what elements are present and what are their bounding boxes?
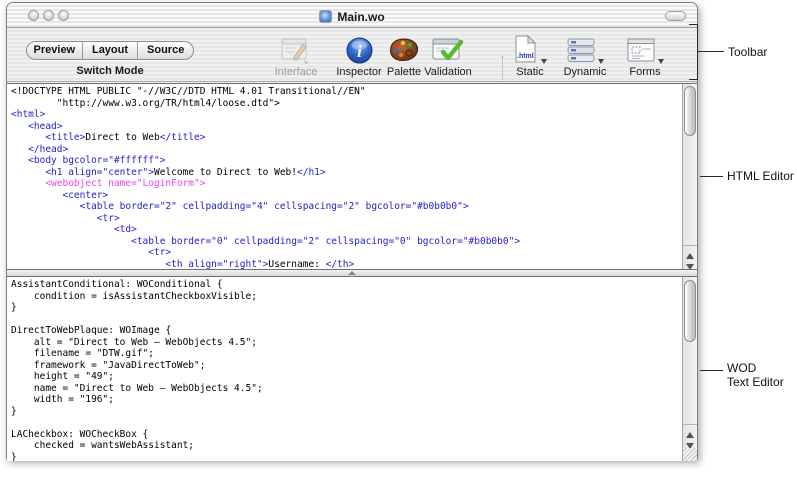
- interface-icon: [261, 32, 331, 64]
- toolbar-callout-bracket-top: [689, 24, 698, 25]
- splitter-dimple-icon: [348, 271, 356, 275]
- preview-button[interactable]: Preview: [27, 42, 83, 59]
- validation-icon: [413, 32, 483, 64]
- wod-code-line: height = "49";: [11, 371, 679, 383]
- html-code-line: <webobject name="LoginForm">: [11, 178, 679, 190]
- toolbar-callout-label: Toolbar: [728, 45, 767, 59]
- screenshot-canvas: Main.wo Preview Layout Source Switch Mod…: [0, 0, 797, 479]
- html-code-line: <head>: [11, 121, 679, 133]
- html-code-line: <center>: [11, 190, 679, 202]
- html-code-line: <tr>: [11, 213, 679, 225]
- html-editor-pane[interactable]: <!DOCTYPE HTML PUBLIC "-//W3C//DTD HTML …: [7, 83, 697, 270]
- html-editor-code[interactable]: <!DOCTYPE HTML PUBLIC "-//W3C//DTD HTML …: [11, 86, 679, 270]
- html-code-line: <tr>: [11, 247, 679, 259]
- html-code-line: <title>Direct to Web</title>: [11, 132, 679, 144]
- wod-code-line: }: [11, 302, 679, 314]
- forms-dropdown-arrow-icon[interactable]: [658, 59, 664, 64]
- wod-editor-pane[interactable]: AssistantConditional: WOConditional { co…: [7, 276, 697, 461]
- window-resize-grip[interactable]: [683, 448, 697, 461]
- html-editor-scrollbar[interactable]: [682, 84, 697, 269]
- document-proxy-icon[interactable]: [319, 10, 332, 23]
- wod-editor-scrollbar[interactable]: [682, 277, 697, 461]
- wod-code-line: filename = "DTW.gif";: [11, 348, 679, 360]
- html-code-line: <h1 align="center">Welcome to Direct to …: [11, 167, 679, 179]
- wod-code-line: width = "196";: [11, 394, 679, 406]
- wod-editor-callout-label: WOD Text Editor: [727, 361, 784, 389]
- html-code-line: <th align="right">Username: </th>: [11, 259, 679, 271]
- wod-code-line: checked = wantsWebAssistant;: [11, 440, 679, 452]
- toolbar-toggle-button[interactable]: [665, 11, 686, 21]
- html-code-line: <td>: [11, 224, 679, 236]
- switch-mode-label: Switch Mode: [26, 65, 194, 77]
- dynamic-dropdown-arrow-icon[interactable]: [598, 59, 604, 64]
- svg-text:i: i: [357, 42, 362, 61]
- window-title: Main.wo: [337, 10, 384, 24]
- static-icon-text: .html: [517, 53, 534, 60]
- wod-code-line: }: [11, 452, 679, 462]
- html-code-line: </head>: [11, 144, 679, 156]
- wod-code-line: name = "Direct to Web – WebObjects 4.5";: [11, 383, 679, 395]
- scroll-down-button[interactable]: [683, 436, 697, 448]
- html-code-line: <!DOCTYPE HTML PUBLIC "-//W3C//DTD HTML …: [11, 86, 679, 98]
- scroll-down-button[interactable]: [683, 257, 697, 269]
- toolbar-item-forms[interactable]: Forms: [610, 32, 680, 78]
- validation-label: Validation: [413, 66, 483, 78]
- source-button[interactable]: Source: [138, 42, 193, 59]
- interface-label: Interface: [261, 66, 331, 78]
- wod-callout-line-1: WOD: [727, 361, 784, 375]
- wod-editor-code[interactable]: AssistantConditional: WOConditional { co…: [11, 279, 679, 461]
- html-editor-callout-label: HTML Editor: [727, 169, 794, 183]
- toolbar: Preview Layout Source Switch Mode: [7, 28, 697, 82]
- toolbar-item-interface: Interface: [261, 32, 331, 78]
- wod-code-line: }: [11, 406, 679, 418]
- wod-editor-scrollbar-arrows: [683, 424, 697, 448]
- toolbar-callout-bracket-bottom: [689, 79, 698, 80]
- html-code-line: <table border="2" cellpadding="4" cellsp…: [11, 201, 679, 213]
- wod-code-line: [11, 417, 679, 429]
- titlebar[interactable]: Main.wo: [7, 3, 697, 28]
- wod-code-line: condition = isAssistantCheckboxVisible;: [11, 291, 679, 303]
- html-code-line: "http://www.w3.org/TR/html4/loose.dtd">: [11, 98, 679, 110]
- wod-editor-callout-line: [700, 370, 723, 371]
- title-area: Main.wo: [7, 8, 697, 26]
- wod-code-line: DirectToWebPlaque: WOImage {: [11, 325, 679, 337]
- html-editor-callout-line: [700, 176, 723, 177]
- wod-code-line: AssistantConditional: WOConditional {: [11, 279, 679, 291]
- html-code-line: <html>: [11, 109, 679, 121]
- html-editor-scrollbar-thumb[interactable]: [684, 86, 696, 136]
- toolbar-item-validation[interactable]: Validation: [413, 32, 483, 78]
- html-code-line: <body bgcolor="#ffffff">: [11, 155, 679, 167]
- static-dropdown-arrow-icon[interactable]: [541, 59, 547, 64]
- wod-code-line: LACheckbox: WOCheckBox {: [11, 429, 679, 441]
- switch-mode-segmented-control: Preview Layout Source: [26, 41, 194, 60]
- wod-code-line: alt = "Direct to Web – WebObjects 4.5";: [11, 337, 679, 349]
- html-code-line: <table border="0" cellpadding="2" cellsp…: [11, 236, 679, 248]
- wod-code-line: framework = "JavaDirectToWeb";: [11, 360, 679, 372]
- webobjects-builder-window: Main.wo Preview Layout Source Switch Mod…: [6, 2, 698, 460]
- forms-icon: [610, 32, 680, 64]
- layout-button[interactable]: Layout: [83, 42, 139, 59]
- wod-callout-line-2: Text Editor: [727, 375, 784, 389]
- toolbar-callout-line: [697, 51, 724, 52]
- wod-editor-scrollbar-thumb[interactable]: [684, 280, 696, 342]
- wod-code-line: [11, 314, 679, 326]
- forms-label: Forms: [610, 66, 680, 78]
- html-editor-scrollbar-arrows: [683, 245, 697, 269]
